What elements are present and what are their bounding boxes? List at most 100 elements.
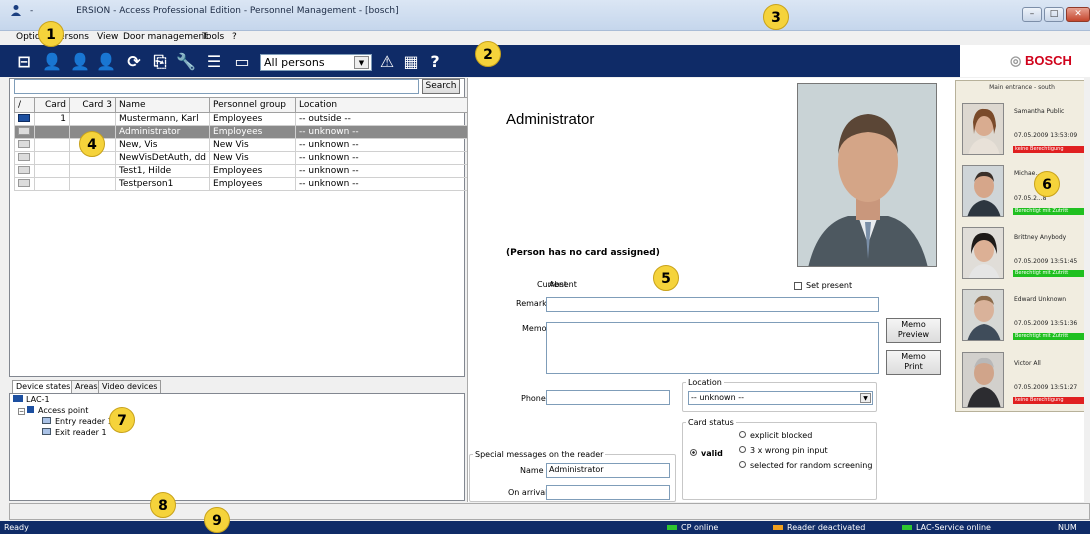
door-icon (27, 406, 34, 413)
no-card-notice: (Person has no card assigned) (506, 248, 660, 258)
close-button[interactable]: ✕ (1066, 7, 1090, 22)
column-card[interactable]: Card (34, 97, 70, 113)
table-row[interactable]: 1 Mustermann, Karl Employees -- outside … (14, 112, 471, 126)
menu-help[interactable]: ? (232, 32, 237, 42)
bosch-logo: ◎ BOSCH (1010, 53, 1072, 69)
chevron-down-icon[interactable]: ▼ (354, 56, 369, 69)
event-status-bar: Berechtigt mit Zutritt (1013, 208, 1088, 215)
lower-tab-bar: Device states Areas Video devices (12, 380, 172, 394)
export-icon[interactable]: ⎘ (150, 52, 170, 72)
tab-areas[interactable]: Areas (71, 380, 102, 394)
add-person-icon[interactable]: 👤 (42, 52, 62, 72)
radio-valid[interactable]: valid (690, 449, 723, 458)
tree-item-exit-reader[interactable]: Exit reader 1 (42, 428, 107, 437)
led-icon (773, 525, 783, 530)
status-num: NUM (1058, 523, 1077, 532)
card-reader-icon[interactable]: ⊟ (14, 52, 34, 72)
radio-random-screening[interactable]: selected for random screening (739, 461, 872, 470)
callout-badge: 6 (1034, 171, 1060, 197)
event-status-bar: Berechtigt mit Zutritt (1013, 270, 1088, 277)
tree-item-entry-reader[interactable]: Entry reader 1 (42, 417, 113, 426)
callout-badge: 8 (150, 492, 176, 518)
on-arrival-input[interactable] (546, 485, 670, 500)
event-photo (962, 352, 1004, 408)
person-name-title: Administrator (506, 111, 595, 128)
warning-icon[interactable]: ⚠ (377, 52, 397, 72)
window-title: - ERSION - Access Professional Edition -… (30, 6, 399, 16)
menu-view[interactable]: View (97, 32, 118, 42)
callout-badge: 9 (204, 507, 230, 533)
display-icon[interactable]: ▭ (232, 52, 252, 72)
column-sort[interactable]: / (14, 97, 35, 113)
column-personnel-group[interactable]: Personnel group (209, 97, 297, 113)
event-status-bar: keine Berechtigung (1013, 397, 1088, 404)
set-present-checkbox[interactable]: Set present (794, 281, 852, 290)
tree-item-access-point[interactable]: − Access point (18, 406, 88, 415)
radio-icon (739, 461, 746, 468)
status-reader-deactivated: Reader deactivated (773, 523, 865, 532)
remark-input[interactable] (546, 297, 879, 312)
location-select[interactable]: -- unknown -- ▼ (688, 391, 873, 405)
wrench-icon[interactable]: 🔧 (176, 52, 196, 72)
status-cp-online: CP online (667, 523, 718, 532)
vertical-scrollbar[interactable] (1084, 78, 1090, 502)
collapse-icon[interactable]: − (18, 408, 25, 415)
column-location[interactable]: Location (295, 97, 471, 113)
special-name-input[interactable]: Administrator (546, 463, 670, 478)
person-photo (797, 83, 937, 267)
callout-badge: 5 (653, 265, 679, 291)
column-card3[interactable]: Card 3 (69, 97, 116, 113)
event-status-bar: keine Berechtigung (1013, 146, 1088, 153)
search-button[interactable]: Search (422, 79, 460, 94)
minimize-button[interactable]: – (1022, 7, 1042, 22)
portrait-image (963, 290, 1003, 340)
event-time: 07.05.2009 13:51:27 (1014, 384, 1078, 391)
phone-input[interactable] (546, 390, 670, 405)
tab-device-states[interactable]: Device states (12, 380, 75, 394)
edit-person-icon[interactable]: 👤 (70, 52, 90, 72)
status-bar: Ready CP online Reader deactivated LAC-S… (0, 521, 1090, 534)
event-person-name: Samantha Public (1014, 108, 1065, 115)
radio-selected-icon (690, 449, 697, 456)
search-input[interactable] (14, 79, 419, 94)
tab-video-devices[interactable]: Video devices (98, 380, 162, 394)
card-icon (18, 178, 30, 187)
status-lac-service: LAC-Service online (902, 523, 991, 532)
location-group-title: Location (686, 378, 724, 387)
event-photo (962, 227, 1004, 279)
remark-label: Remark (516, 299, 547, 308)
database-icon[interactable]: ☰ (204, 52, 224, 72)
on-arrival-label: On arrival (508, 488, 548, 497)
event-person-name: Victor All (1014, 360, 1041, 367)
radio-explicit-blocked[interactable]: explicit blocked (739, 431, 812, 440)
callout-badge: 4 (79, 131, 105, 157)
menu-tools[interactable]: Tools (202, 32, 224, 42)
card-icon (18, 152, 30, 161)
chevron-down-icon[interactable]: ▼ (860, 393, 871, 403)
callout-badge: 1 (38, 21, 64, 47)
help-icon[interactable]: ? (425, 52, 445, 72)
card-status-title: Card status (686, 418, 736, 427)
card-icon (18, 139, 30, 148)
column-name[interactable]: Name (114, 97, 211, 113)
event-photo (962, 165, 1004, 217)
menu-bar: Options Persons View Door management Too… (0, 31, 1090, 45)
table-row[interactable]: Test1, Hilde Employees -- unknown -- (14, 164, 471, 178)
radio-wrong-pin[interactable]: 3 x wrong pin input (739, 446, 828, 455)
card-icon (18, 113, 30, 122)
events-header: Main entrance - south (989, 84, 1055, 91)
led-icon (902, 525, 912, 530)
tree-item-lac[interactable]: LAC-1 (13, 395, 50, 404)
status-ready: Ready (4, 523, 29, 532)
memo-preview-button[interactable]: Memo Preview (886, 318, 941, 343)
menu-door-management[interactable]: Door management (123, 32, 208, 42)
delete-person-icon[interactable]: 👤 (96, 52, 116, 72)
checkbox-icon (794, 281, 802, 290)
memo-print-button[interactable]: Memo Print (886, 350, 941, 375)
refresh-icon[interactable]: ⟳ (124, 52, 144, 72)
table-row[interactable]: Testperson1 Employees -- unknown -- (14, 177, 471, 191)
grid-icon[interactable]: ▦ (401, 52, 421, 72)
memo-textarea[interactable] (546, 322, 879, 374)
maximize-button[interactable]: □ (1044, 7, 1064, 22)
event-photo (962, 289, 1004, 341)
